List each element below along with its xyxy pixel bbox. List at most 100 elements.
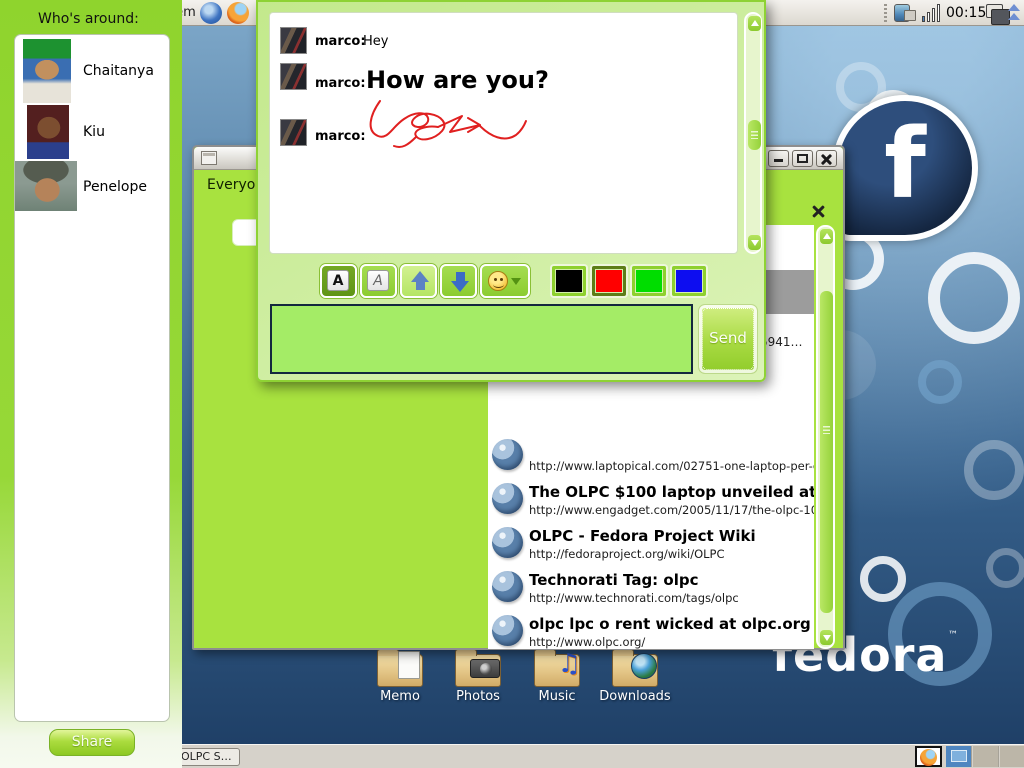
tray-handle[interactable]	[884, 4, 887, 22]
smiley-icon	[488, 271, 508, 291]
icon-label: Music	[521, 689, 593, 704]
share-button[interactable]: Share	[49, 729, 135, 756]
arrow-stem	[456, 272, 465, 281]
italic-button[interactable]: A	[360, 264, 397, 298]
smiley-mouth	[493, 281, 504, 288]
scrollbar-thumb[interactable]	[820, 291, 833, 613]
workspace-1[interactable]	[946, 746, 972, 767]
globe-icon	[631, 653, 657, 679]
chat-message-area: marco: Hey marco: How are you? marco:	[269, 12, 738, 254]
icon-label: Downloads	[599, 689, 671, 704]
chevron-up-icon	[1008, 13, 1020, 20]
scroll-up-button[interactable]	[820, 229, 833, 244]
result-url: http://www.technorati.com/tags/olpc	[529, 591, 739, 605]
color-chip	[636, 270, 662, 292]
arrow-head	[451, 281, 469, 292]
desktop-icon-memo[interactable]: Memo	[364, 648, 436, 704]
fedora-logo: f	[832, 95, 978, 241]
scroll-down-button[interactable]	[820, 630, 833, 645]
color-swatch-blue[interactable]	[672, 266, 706, 296]
minimize-icon	[774, 159, 783, 162]
power-tray-icon[interactable]	[894, 4, 910, 22]
maximize-button[interactable]	[792, 150, 813, 167]
close-button[interactable]	[816, 150, 837, 167]
buddy-name: Chaitanya	[83, 63, 154, 79]
arrow-down-icon	[751, 240, 759, 246]
message-sender: marco:	[315, 34, 366, 49]
workspace-window	[951, 750, 967, 762]
result-url: http://www.engadget.com/2005/11/17/the-o…	[529, 503, 814, 517]
color-swatch-black[interactable]	[552, 266, 586, 296]
arrow-down-icon	[451, 272, 469, 292]
bubble-ring	[928, 252, 1020, 344]
send-button[interactable]: Send	[698, 304, 758, 374]
results-scrollbar[interactable]	[816, 225, 835, 649]
buddy-name: Kiu	[83, 124, 105, 140]
result-row[interactable]: OLPC - Fedora Project Wiki http://fedora…	[492, 525, 810, 569]
scroll-down-button[interactable]	[748, 235, 761, 250]
message-text: Hey	[363, 34, 388, 49]
clock[interactable]: 00:15	[946, 5, 986, 21]
bubble-ring	[860, 556, 906, 602]
globe-icon	[492, 615, 523, 646]
chat-scrollbar[interactable]	[744, 12, 762, 254]
result-row[interactable]: Technorati Tag: olpc http://www.technora…	[492, 569, 810, 613]
minimize-button[interactable]	[768, 150, 789, 167]
desktop-icon-downloads[interactable]: Downloads	[599, 648, 671, 704]
font-smaller-button[interactable]	[440, 264, 477, 298]
bold-button[interactable]: A	[320, 264, 357, 298]
workspace-2[interactable]	[973, 746, 999, 767]
arrow-up-icon	[411, 271, 429, 290]
chat-activity-window: marco: Hey marco: How are you? marco: A	[256, 0, 766, 382]
close-results-button[interactable]	[808, 203, 827, 220]
folder-icon	[612, 654, 658, 687]
firefox-icon	[920, 749, 937, 766]
arrow-stem	[416, 281, 425, 290]
avatar	[280, 119, 307, 146]
avatar	[15, 161, 77, 211]
chevron-up-icon	[1008, 4, 1020, 11]
bubble-ring	[964, 440, 1024, 500]
color-swatch-green[interactable]	[632, 266, 666, 296]
firefox-taskbar-icon[interactable]	[915, 746, 942, 767]
display-tray-icon[interactable]	[986, 4, 1003, 18]
signal-bar	[937, 4, 940, 22]
message-sender: marco:	[315, 76, 366, 91]
arrow-up-icon	[751, 20, 759, 26]
color-chip	[676, 270, 702, 292]
arrow-up-icon	[823, 233, 831, 239]
result-title: olpc lpc o rent wicked at olpc.org	[529, 615, 811, 633]
thunderbird-launcher-icon[interactable]	[200, 2, 222, 24]
thumb-grip	[751, 131, 758, 139]
scroll-up-button[interactable]	[748, 16, 761, 31]
emoticon-button[interactable]	[480, 264, 530, 298]
result-title: OLPC - Fedora Project Wiki	[529, 527, 756, 545]
firefox-launcher-icon[interactable]	[227, 2, 249, 24]
workspace-3[interactable]	[1000, 746, 1024, 767]
color-swatch-red[interactable]	[592, 266, 626, 296]
chat-input[interactable]	[270, 304, 693, 374]
result-row[interactable]: The OLPC $100 laptop unveiled at UN … ht…	[492, 481, 810, 525]
message-text: How are you?	[366, 66, 549, 94]
result-url: http://www.olpc.org/	[529, 635, 645, 649]
scrollbar-thumb[interactable]	[748, 120, 761, 150]
font-bigger-button[interactable]	[400, 264, 437, 298]
maximize-icon	[797, 154, 808, 163]
result-title: The OLPC $100 laptop unveiled at UN …	[529, 483, 814, 501]
result-row[interactable]: http://www.laptopical.com/02751-one-lapt…	[492, 437, 810, 481]
sidebar-title: Who's around:	[38, 11, 139, 27]
result-title: Technorati Tag: olpc	[529, 571, 698, 589]
task-button-olpc[interactable]: OLPC S…	[176, 748, 240, 766]
result-row[interactable]: olpc lpc o rent wicked at olpc.org http:…	[492, 613, 810, 649]
buddy-sidebar: Who's around: Chaitanya Kiu Penelope Sha…	[0, 0, 182, 768]
bold-icon: A	[327, 270, 349, 291]
desktop-icon-photos[interactable]: Photos	[442, 648, 514, 704]
icon-label: Memo	[364, 689, 436, 704]
desktop-icon-music[interactable]: ♫ Music	[521, 648, 593, 704]
globe-icon	[492, 483, 523, 514]
music-note-icon: ♫	[558, 649, 581, 679]
avatar	[280, 63, 307, 90]
color-chip	[556, 270, 582, 292]
chevron-down-icon	[511, 278, 521, 285]
arrow-down-icon	[823, 635, 831, 641]
